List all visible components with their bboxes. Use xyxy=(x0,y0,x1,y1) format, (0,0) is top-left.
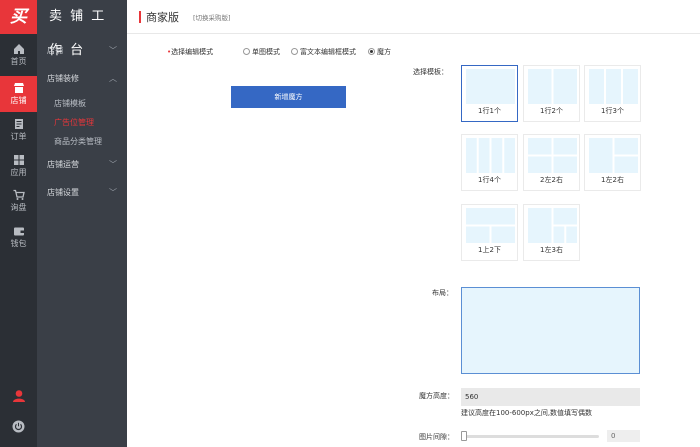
template-1x1[interactable]: 1行1个 xyxy=(461,65,518,122)
grid-icon xyxy=(13,155,24,165)
template-preview-1x2 xyxy=(528,69,577,104)
sidebar-group-label: 店铺装修 xyxy=(47,74,79,83)
sidebar-group-operations[interactable]: 店铺运营 ﹀ xyxy=(37,154,127,176)
template-caption: 1上2下 xyxy=(478,246,501,254)
chevron-up-icon: ︿ xyxy=(109,74,117,83)
mode-option-cube[interactable]: 魔方 xyxy=(368,47,391,57)
workspace-title: 卖 铺 工 作 台 xyxy=(37,0,127,58)
chevron-down-icon: ﹀ xyxy=(109,188,117,197)
cube-height-input[interactable]: 560 xyxy=(461,388,640,406)
template-1left-3right[interactable]: 1左3右 xyxy=(523,204,580,261)
template-caption: 1行3个 xyxy=(601,107,624,115)
edit-mode-label: 选择编辑模式 xyxy=(171,48,214,56)
sidebar-group-label: 店铺运营 xyxy=(47,160,79,169)
template-1left-2right[interactable]: 1左2右 xyxy=(584,134,641,191)
rail-label-inquiry: 询盘 xyxy=(10,203,27,212)
layout-canvas[interactable] xyxy=(461,287,640,374)
template-1x4[interactable]: 1行4个 xyxy=(461,134,518,191)
power-icon xyxy=(12,420,25,433)
title-accent-bar xyxy=(139,11,141,23)
user-account-button[interactable] xyxy=(0,389,37,409)
layout-label: 布局： xyxy=(432,289,453,297)
mode-option-single-image[interactable]: 单图模式 xyxy=(243,47,280,57)
mode-label-rich-text: 富文本编辑框模式 xyxy=(300,48,356,56)
rail-item-inquiry[interactable]: 询盘 xyxy=(0,183,37,219)
document-icon xyxy=(14,119,23,129)
template-preview-1x1 xyxy=(466,69,515,104)
sidebar-group-settings[interactable]: 店铺设置 ﹀ xyxy=(37,182,127,204)
template-1top-2bottom[interactable]: 1上2下 xyxy=(461,204,518,261)
rail-label-wallet: 钱包 xyxy=(10,239,27,248)
brand-logo[interactable]: 买 xyxy=(0,0,37,34)
rail-item-store[interactable]: 店铺 xyxy=(0,76,37,112)
add-cube-button[interactable]: 新增魔方 xyxy=(231,86,346,108)
power-button[interactable] xyxy=(0,420,37,440)
radio-single-image[interactable] xyxy=(243,48,250,55)
template-caption: 1行2个 xyxy=(540,107,563,115)
template-caption: 1行1个 xyxy=(478,107,501,115)
mode-label-cube: 魔方 xyxy=(377,48,391,56)
page-header: 商家版 [切换采购版] xyxy=(127,0,700,34)
cart-icon xyxy=(13,189,25,200)
sidebar-group-label: 店铺 xyxy=(47,46,63,55)
rail-item-apps[interactable]: 应用 xyxy=(0,148,37,184)
rail-label-orders: 订单 xyxy=(10,132,27,141)
rail-item-home[interactable]: 首页 xyxy=(0,37,37,73)
template-caption: 1行4个 xyxy=(478,176,501,184)
rail-label-store: 店铺 xyxy=(10,96,27,105)
store-icon xyxy=(13,83,24,93)
template-preview-1left-3right xyxy=(528,208,577,243)
wallet-icon xyxy=(13,227,24,236)
icon-rail: 买 首页 店铺 订单 应用 询盘 钱包 xyxy=(0,0,37,447)
user-icon xyxy=(12,390,25,402)
height-label: 魔方高度： xyxy=(419,392,454,400)
rail-item-orders[interactable]: 订单 xyxy=(0,112,37,148)
edit-mode-row: •选择编辑模式 单图模式 富文本编辑框模式 魔方 xyxy=(167,47,391,59)
radio-cube[interactable] xyxy=(368,48,375,55)
gap-input[interactable]: 0 xyxy=(607,430,640,442)
gap-slider-track[interactable] xyxy=(463,435,599,438)
sidebar-group-store[interactable]: 店铺 ﹀ xyxy=(37,40,127,62)
chevron-down-icon: ﹀ xyxy=(109,46,117,55)
height-hint: 建议高度在100-600px之间,数值填写偶数 xyxy=(461,409,593,417)
template-1x2[interactable]: 1行2个 xyxy=(523,65,580,122)
template-preview-1left-2right xyxy=(589,138,638,173)
template-caption: 2左2右 xyxy=(540,176,563,184)
template-caption: 1左3右 xyxy=(540,246,563,254)
sidebar-item-ad-slot[interactable]: 广告位管理 xyxy=(37,114,127,132)
sidebar-item-category[interactable]: 商品分类管理 xyxy=(37,133,127,151)
rail-item-wallet[interactable]: 钱包 xyxy=(0,219,37,255)
mode-label-single-image: 单图模式 xyxy=(252,48,280,56)
chevron-down-icon: ﹀ xyxy=(109,160,117,169)
sidebar-item-store-template[interactable]: 店铺模板 xyxy=(37,95,127,113)
sidebar-group-decoration[interactable]: 店铺装修 ︿ xyxy=(37,68,127,90)
mode-option-rich-text[interactable]: 富文本编辑框模式 xyxy=(291,47,356,57)
template-preview-1x3 xyxy=(589,69,638,104)
rail-label-apps: 应用 xyxy=(10,168,27,177)
page-title: 商家版 xyxy=(146,11,179,24)
template-2left-2right[interactable]: 2左2右 xyxy=(523,134,580,191)
switch-version-link[interactable]: [切换采购版] xyxy=(193,12,231,22)
template-caption: 1左2右 xyxy=(601,176,624,184)
sidebar-group-label: 店铺设置 xyxy=(47,188,79,197)
gap-slider-handle[interactable] xyxy=(461,431,467,441)
radio-rich-text[interactable] xyxy=(291,48,298,55)
template-preview-1top-2bottom xyxy=(466,208,515,243)
home-icon xyxy=(13,44,24,54)
template-preview-2left-2right xyxy=(528,138,577,173)
template-label: 选择模板： xyxy=(413,68,448,76)
rail-label-home: 首页 xyxy=(10,57,27,66)
template-1x3[interactable]: 1行3个 xyxy=(584,65,641,122)
gap-label: 图片间隙： xyxy=(419,433,454,441)
template-preview-1x4 xyxy=(466,138,515,173)
secondary-sidebar: 卖 铺 工 作 台 店铺 ﹀ 店铺装修 ︿ 店铺模板 广告位管理 商品分类管理 … xyxy=(37,0,127,447)
